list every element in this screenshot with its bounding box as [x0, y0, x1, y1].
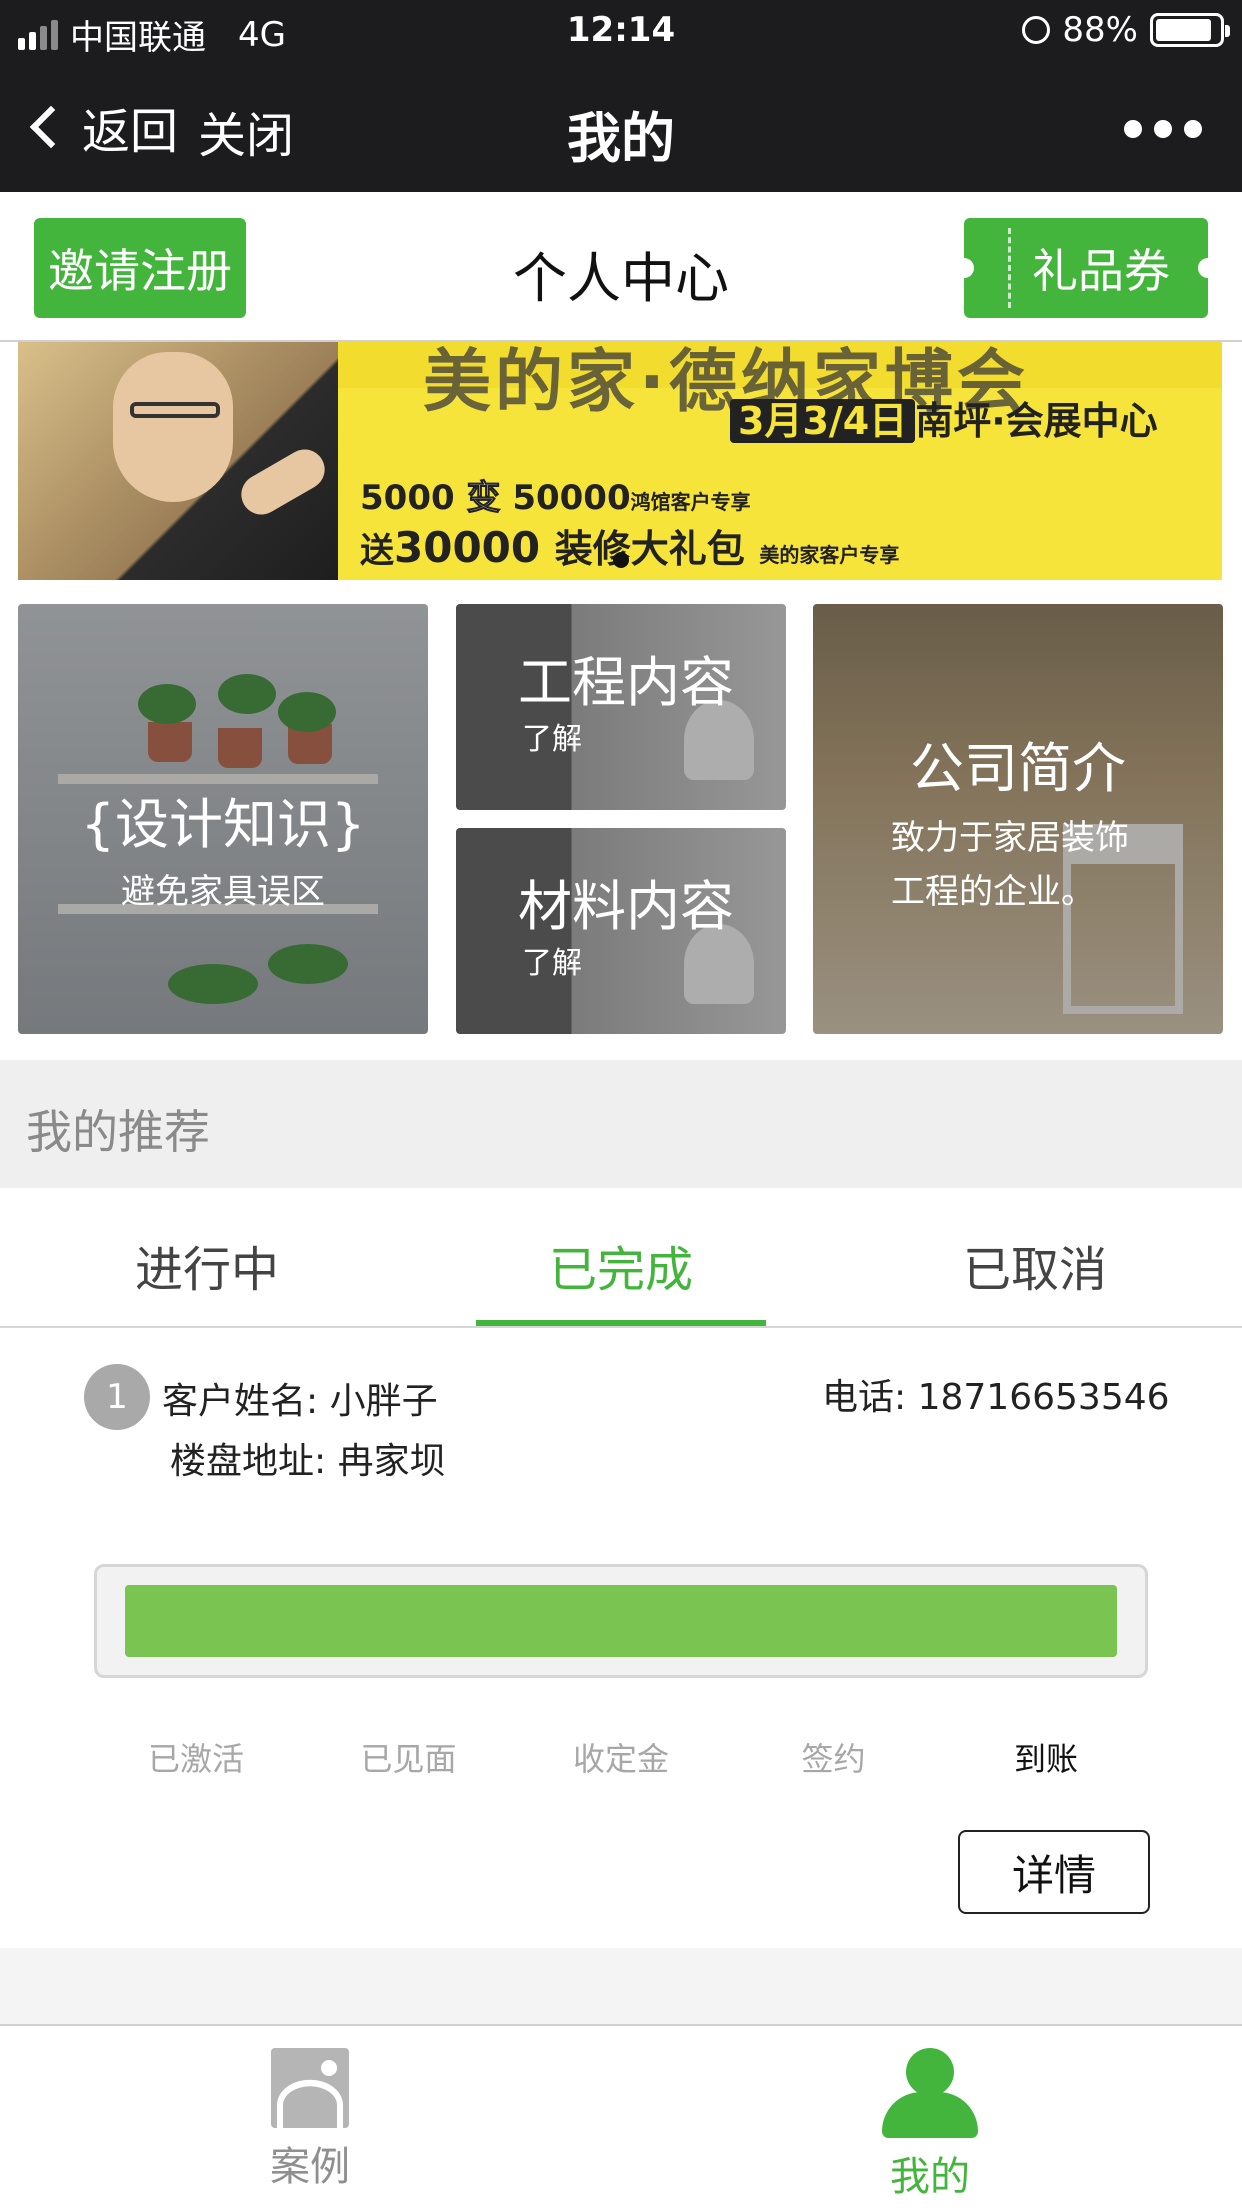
banner-offer2: 送30000 装修大礼包 美的家客户专享 — [360, 518, 899, 573]
nav-bar: 返回 关闭 我的 — [0, 62, 1242, 192]
customer-name-label: 客户姓名: — [162, 1381, 319, 1422]
tile-engineering-subtitle: 了解 — [522, 722, 582, 757]
tile-about-line1: 致力于家居装饰 — [891, 818, 1129, 858]
active-tab-indicator — [476, 1320, 766, 1326]
phone-row: 电话: 18716653546 — [822, 1368, 1170, 1420]
phone-label: 电话: — [822, 1377, 907, 1418]
banner-venue: 南坪·会展中心 — [915, 399, 1158, 443]
banner-person-image — [18, 342, 338, 580]
nav-title: 我的 — [567, 107, 675, 170]
address-label: 楼盘地址: — [170, 1441, 327, 1482]
status-tabs: 进行中 已完成 已取消 — [0, 1188, 1242, 1328]
offer2-text: 装修大礼包 — [554, 527, 745, 571]
offer2-prefix: 送 — [360, 531, 394, 571]
promo-banner[interactable]: 美的家·德纳家博会 3月3/4日 南坪·会展中心 5000 变 50000鸿馆客户… — [18, 342, 1222, 580]
tile-company-intro[interactable]: 公司简介 致力于家居装饰 工程的企业。 — [813, 604, 1223, 1034]
list-footer-spacer — [0, 1948, 1242, 2024]
carousel-dot — [613, 552, 629, 568]
ticket-perforation — [1008, 228, 1011, 308]
details-button[interactable]: 详情 — [958, 1830, 1150, 1914]
status-bar: 中国联通 4G 12:14 88% — [0, 0, 1242, 62]
gift-voucher-label: 礼品券 — [1032, 244, 1170, 298]
banner-date-venue: 3月3/4日 南坪·会展中心 — [730, 390, 1158, 445]
offer1-suffix: 50000 — [512, 478, 631, 518]
record-index-badge: 1 — [84, 1364, 150, 1430]
progress-bar-fill — [125, 1585, 1117, 1657]
tile-materials[interactable]: 材料内容 了解 — [456, 828, 786, 1034]
tile-design-subtitle: 避免家具误区 — [121, 872, 325, 912]
more-dots-icon[interactable] — [1124, 120, 1202, 138]
tab-completed[interactable]: 已完成 — [456, 1230, 786, 1300]
tabbar-mine-label: 我的 — [890, 2154, 970, 2200]
step-met: 已见面 — [360, 1740, 457, 1778]
user-icon — [882, 2048, 978, 2138]
offer2-note: 美的家客户专享 — [759, 543, 900, 567]
step-deposit: 收定金 — [572, 1740, 669, 1778]
tile-about-line2: 工程的企业。 — [891, 872, 1095, 912]
offer2-price: 30000 — [394, 523, 541, 572]
tile-engineering-title: 工程内容 — [518, 651, 734, 714]
address-row: 楼盘地址: 冉家坝 — [170, 1432, 446, 1484]
tabbar-cases-label: 案例 — [270, 2144, 350, 2190]
tabbar-mine[interactable]: 我的 — [830, 2048, 1030, 2202]
banner-date: 3月3/4日 — [730, 399, 916, 443]
tile-design-knowledge[interactable]: {设计知识} 避免家具误区 — [18, 604, 428, 1034]
step-signed: 签约 — [801, 1740, 866, 1778]
section-header: 我的推荐 — [0, 1060, 1242, 1188]
step-paid: 到账 — [1013, 1740, 1078, 1778]
tab-cancelled[interactable]: 已取消 — [870, 1230, 1200, 1300]
image-icon — [271, 2048, 349, 2128]
offer1-mid: 变 — [466, 478, 501, 519]
customer-name-row: 客户姓名: 小胖子 — [162, 1372, 438, 1424]
banner-offer1: 5000 变 50000鸿馆客户专享 — [360, 470, 751, 519]
gift-voucher-button[interactable]: 礼品券 — [954, 218, 1218, 318]
page-header: 邀请注册 个人中心 礼品券 — [0, 192, 1242, 342]
address-value: 冉家坝 — [337, 1441, 446, 1482]
tile-materials-subtitle: 了解 — [522, 946, 582, 981]
tile-about-title: 公司简介 — [910, 737, 1126, 800]
step-activated: 已激活 — [147, 1740, 244, 1778]
offer1-note: 鸿馆客户专享 — [630, 490, 751, 514]
referral-record: 1 客户姓名: 小胖子 电话: 18716653546 楼盘地址: 冉家坝 已激… — [0, 1330, 1242, 1950]
section-title: 我的推荐 — [26, 1105, 210, 1159]
customer-name-value: 小胖子 — [329, 1381, 438, 1422]
tabbar-cases[interactable]: 案例 — [210, 2048, 410, 2192]
offer1-prefix: 5000 — [360, 478, 455, 518]
tile-design-title: {设计知识} — [80, 793, 366, 856]
tab-in-progress[interactable]: 进行中 — [42, 1230, 372, 1300]
tile-engineering[interactable]: 工程内容 了解 — [456, 604, 786, 810]
battery-icon — [1150, 13, 1230, 47]
tile-materials-title: 材料内容 — [518, 875, 734, 938]
battery-fill — [1156, 19, 1211, 41]
progress-bar — [94, 1564, 1148, 1678]
battery-percent: 88% — [1062, 10, 1138, 50]
status-right: 88% — [1022, 10, 1230, 50]
phone-value[interactable]: 18716653546 — [918, 1377, 1170, 1418]
alarm-icon — [1022, 16, 1051, 44]
bottom-tab-bar: 案例 我的 — [0, 2024, 1242, 2208]
progress-steps: 已激活 已见面 收定金 签约 到账 — [116, 1734, 1126, 1780]
